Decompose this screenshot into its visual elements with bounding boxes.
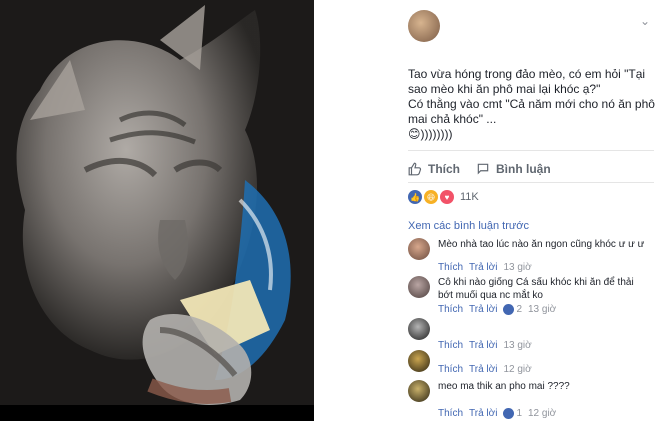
comment-like-icon [503, 304, 515, 315]
comment-1: Mèo nhà tao lúc nào ăn ngon cũng khóc ư … [408, 238, 658, 274]
photo-bottom-bar [0, 405, 314, 421]
comment-time: 13 giờ [528, 304, 557, 315]
comment-text: Mèo nhà tao lúc nào ăn ngon cũng khóc ư … [438, 239, 645, 250]
post-panel: ⌄ Tao vừa hóng trong đảo mèo, có em hỏi … [398, 0, 660, 421]
post-header: ⌄ [408, 10, 658, 42]
post-text: Tao vừa hóng trong đảo mèo, có em hỏi "T… [408, 52, 656, 142]
actions-top-divider [408, 150, 654, 151]
comment-avatar[interactable] [408, 350, 430, 372]
reactions-summary[interactable]: 👍 😆 ♥ 11K [408, 190, 479, 204]
comment-avatar[interactable] [408, 318, 430, 340]
comment-like-link[interactable]: Thích [438, 304, 463, 315]
more-options-icon[interactable]: ⌄ [640, 14, 650, 28]
comment-label: Bình luận [496, 162, 551, 176]
comment-bubble: meo ma thik an pho mai ???? [438, 380, 648, 393]
love-reaction-icon: ♥ [440, 190, 454, 204]
comment-avatar[interactable] [408, 380, 430, 402]
comment-text: meo ma thik an pho mai ???? [438, 381, 570, 392]
comment-3: Thích Trả lời 13 giờ [408, 318, 658, 354]
actions-bottom-divider [408, 182, 654, 183]
comment-like-icon [503, 408, 515, 419]
comment-reply-link[interactable]: Trả lời [469, 408, 497, 419]
like-label: Thích [428, 162, 460, 176]
reaction-count: 11K [460, 191, 479, 203]
comment-like-link[interactable]: Thích [438, 408, 463, 419]
comment-time: 12 giờ [528, 408, 557, 419]
comment-bubble: Mèo nhà tao lúc nào ăn ngon cũng khóc ư … [438, 238, 648, 251]
comment-5: meo ma thik an pho mai ???? Thích Trả lờ… [408, 380, 658, 419]
gap-area [314, 0, 398, 421]
comment-bubble: Cô khi nào giống Cá sấu khóc khi ăn để t… [438, 276, 648, 302]
comment-avatar[interactable] [408, 238, 430, 260]
comment-reaction-count: 1 [516, 408, 522, 419]
comment-reactions[interactable]: 2 [503, 304, 522, 315]
thumbs-up-icon [408, 162, 422, 176]
comment-actions: Thích Trả lời 1 12 giờ [438, 408, 556, 419]
post-text-emoji: 😊)))))))) [408, 127, 453, 141]
comment-avatar[interactable] [408, 276, 430, 298]
comment-time: 13 giờ [503, 262, 532, 273]
comment-time: 12 giờ [503, 364, 532, 375]
like-button[interactable]: Thích [408, 162, 460, 176]
comment-reactions[interactable]: 1 [503, 408, 522, 419]
comment-reaction-count: 2 [516, 304, 522, 315]
post-actions: Thích Bình luận [408, 158, 654, 180]
cat-illustration [0, 0, 314, 421]
post-text-main: Tao vừa hóng trong đảo mèo, có em hỏi "T… [408, 67, 655, 126]
comment-actions: Thích Trả lời 12 giờ [438, 364, 532, 375]
post-photo[interactable] [0, 0, 314, 421]
comment-reply-link[interactable]: Trả lời [469, 364, 497, 375]
comment-reply-link[interactable]: Trả lời [469, 304, 497, 315]
comment-text: Cô khi nào giống Cá sấu khóc khi ăn để t… [438, 277, 634, 301]
comment-actions: Thích Trả lời 13 giờ [438, 262, 532, 273]
comment-actions: Thích Trả lời 2 13 giờ [438, 304, 556, 315]
speech-bubble-icon [476, 162, 490, 176]
like-reaction-icon: 👍 [408, 190, 422, 204]
comment-reply-link[interactable]: Trả lời [469, 262, 497, 273]
view-previous-comments-link[interactable]: Xem các bình luận trước [408, 220, 529, 232]
comment-like-link[interactable]: Thích [438, 262, 463, 273]
comment-like-link[interactable]: Thích [438, 364, 463, 375]
comment-button[interactable]: Bình luận [476, 162, 551, 176]
comment-2: Cô khi nào giống Cá sấu khóc khi ăn để t… [408, 276, 658, 315]
haha-reaction-icon: 😆 [424, 190, 438, 204]
author-avatar[interactable] [408, 10, 440, 42]
cat-photo [0, 0, 314, 421]
